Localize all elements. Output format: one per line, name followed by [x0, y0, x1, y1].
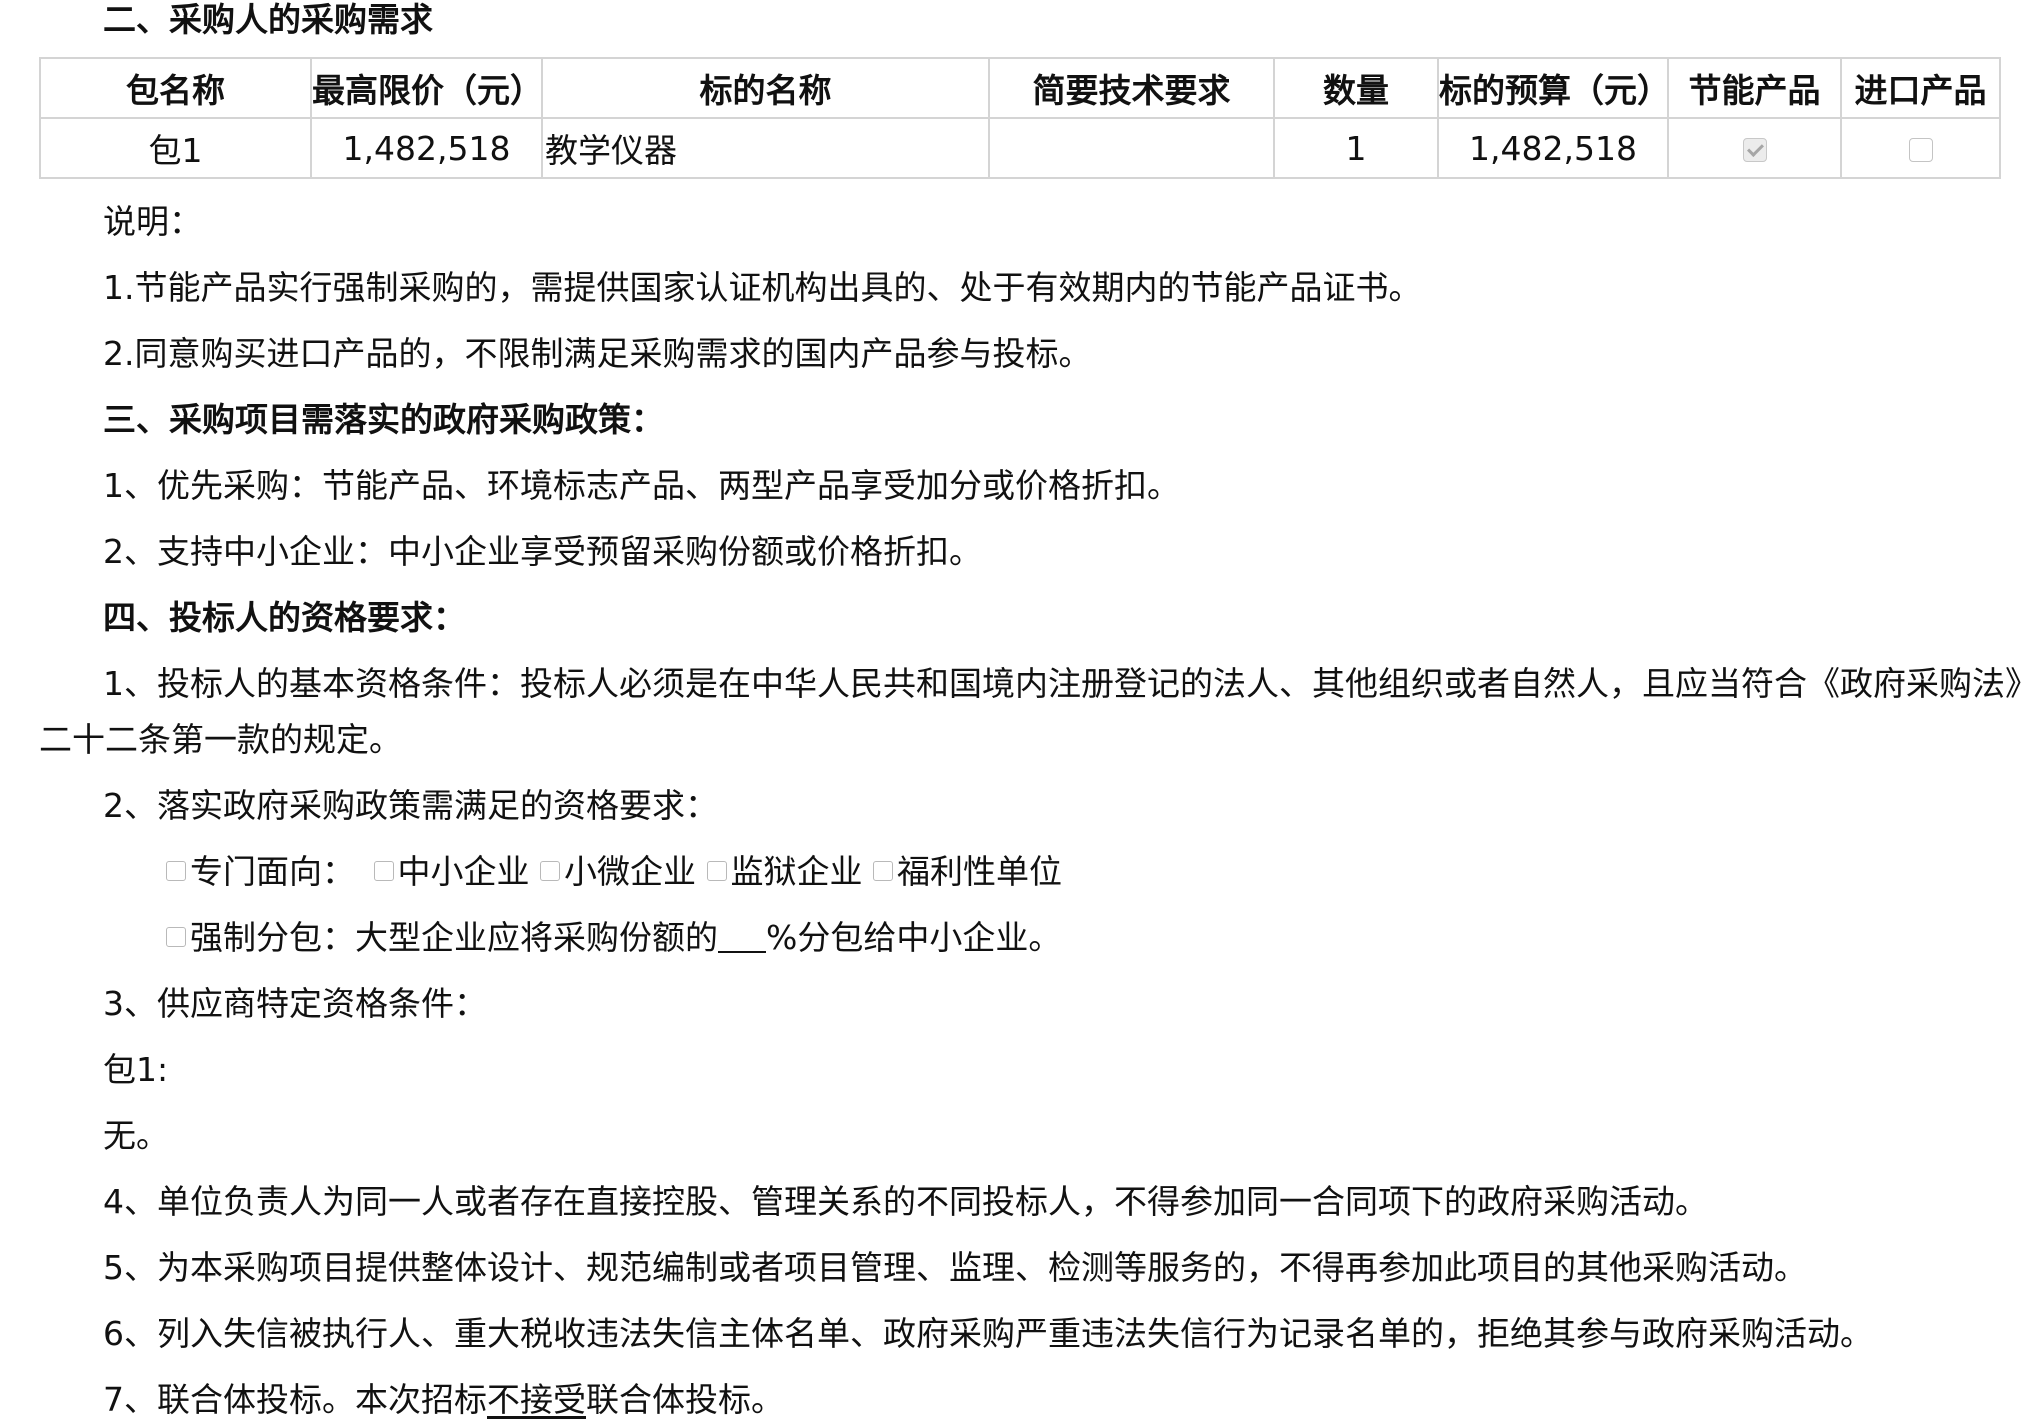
header-max-price: 最高限价（元） [310, 57, 543, 119]
package-label: 包1: [103, 1050, 169, 1089]
note-item-1: 1.节能产品实行强制采购的，需提供国家认证机构出具的、处于有效期内的节能产品证书… [103, 268, 1422, 307]
special-targeting-row: 专门面向： 中小企业 小微企业 监狱企业 福利性单位 [166, 850, 1062, 894]
qualification-1-line-1: 1、投标人的基本资格条件：投标人必须是在中华人民共和国境内注册登记的法人、其他组… [103, 664, 2036, 703]
mandatory-subcontract-label: 强制分包：大型企业应将采购份额的 [190, 918, 718, 957]
cell-item-name: 教学仪器 [541, 117, 990, 179]
qualification-7-end: 联合体投标。 [586, 1380, 784, 1419]
policy-item-1: 1、优先采购：节能产品、环境标志产品、两型产品享受加分或价格折扣。 [103, 466, 1180, 505]
qualification-3: 3、供应商特定资格条件： [103, 984, 487, 1023]
note-title: 说明： [103, 202, 202, 241]
cell-energy-saving [1667, 117, 1842, 179]
micro-enterprise-option-label: 小微企业 [564, 852, 696, 891]
header-quantity: 数量 [1273, 57, 1439, 119]
section-heading-4: 四、投标人的资格要求： [103, 598, 466, 637]
qualification-5: 5、为本采购项目提供整体设计、规范编制或者项目管理、监理、检测等服务的，不得再参… [103, 1248, 1807, 1287]
micro-enterprise-checkbox[interactable] [540, 861, 560, 881]
cell-package: 包1 [39, 117, 312, 179]
table-row: 包1 1,482,518 教学仪器 1 1,482,518 [39, 117, 2001, 179]
table-header-row: 包名称 最高限价（元） 标的名称 简要技术要求 数量 标的预算（元） 节能产品 … [39, 57, 2001, 119]
cell-imported [1840, 117, 2001, 179]
cell-max-price: 1,482,518 [310, 117, 543, 179]
qualification-1-line-2: 二十二条第一款的规定。 [39, 720, 402, 759]
note-item-2: 2.同意购买进口产品的，不限制满足采购需求的国内产品参与投标。 [103, 334, 1092, 373]
special-targeting-checkbox[interactable] [166, 861, 186, 881]
package-requirement-value: 无。 [103, 1116, 169, 1155]
cell-tech-requirements [988, 117, 1275, 179]
mandatory-subcontract-suffix: %分包给中小企业。 [766, 918, 1062, 957]
header-energy-saving: 节能产品 [1667, 57, 1842, 119]
prison-enterprise-option-label: 监狱企业 [730, 852, 863, 891]
subcontract-percentage-blank[interactable] [718, 925, 766, 953]
header-item-name: 标的名称 [541, 57, 990, 119]
qualification-6: 6、列入失信被执行人、重大税收违法失信主体名单、政府采购严重违法失信行为记录名单… [103, 1314, 1873, 1353]
section-heading-3: 三、采购项目需落实的政府采购政策： [103, 400, 664, 439]
mandatory-subcontract-row: 强制分包：大型企业应将采购份额的 %分包给中小企业。 [166, 916, 1061, 960]
sme-option-label: 中小企业 [397, 852, 530, 891]
cell-quantity: 1 [1273, 117, 1439, 179]
qualification-7-underlined: 不接受 [487, 1380, 586, 1419]
qualification-7-text: 7、联合体投标。本次招标 [103, 1380, 487, 1419]
header-budget: 标的预算（元） [1437, 57, 1669, 119]
section-heading-2: 二、采购人的采购需求 [103, 0, 433, 39]
qualification-7: 7、联合体投标。本次招标不接受联合体投标。 [103, 1378, 784, 1422]
qualification-4: 4、单位负责人为同一人或者存在直接控股、管理关系的不同投标人，不得参加同一合同项… [103, 1182, 1708, 1221]
mandatory-subcontract-checkbox[interactable] [166, 927, 186, 947]
header-package-name: 包名称 [39, 57, 312, 119]
header-tech-requirements: 简要技术要求 [988, 57, 1275, 119]
welfare-unit-checkbox[interactable] [873, 861, 893, 881]
sme-checkbox[interactable] [373, 861, 394, 881]
special-targeting-label: 专门面向： [190, 852, 355, 891]
energy-saving-checkbox[interactable] [1742, 138, 1767, 162]
header-imported: 进口产品 [1840, 57, 2001, 119]
welfare-unit-option-label: 福利性单位 [897, 852, 1062, 891]
prison-enterprise-checkbox[interactable] [706, 861, 727, 881]
policy-item-2: 2、支持中小企业：中小企业享受预留采购份额或价格折扣。 [103, 532, 982, 571]
cell-budget: 1,482,518 [1437, 117, 1669, 179]
procurement-requirements-table: 包名称 最高限价（元） 标的名称 简要技术要求 数量 标的预算（元） 节能产品 … [39, 57, 2001, 179]
qualification-2: 2、落实政府采购政策需满足的资格要求： [103, 786, 718, 825]
imported-checkbox[interactable] [1908, 138, 1933, 162]
